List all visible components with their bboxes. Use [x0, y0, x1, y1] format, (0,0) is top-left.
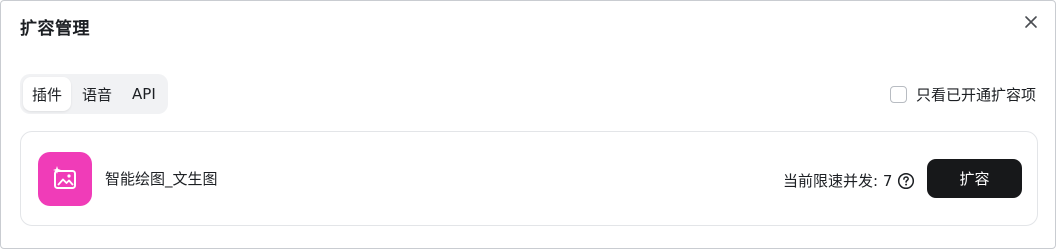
expansion-management-dialog: 扩容管理 插件 语音 API 只看已开通扩容项 智能绘图_文生图 当前限速并发:… [0, 0, 1056, 249]
question-circle-icon[interactable] [897, 172, 915, 190]
tab-voice[interactable]: 语音 [73, 77, 121, 111]
concurrency-limit-label: 当前限速并发: 7 [783, 172, 893, 190]
enabled-only-checkbox[interactable] [890, 86, 907, 103]
plugin-card: 智能绘图_文生图 当前限速并发: 7 扩容 [20, 131, 1038, 226]
tab-api[interactable]: API [123, 77, 165, 111]
concurrency-limit: 当前限速并发: 7 [783, 170, 915, 191]
enabled-only-label: 只看已开通扩容项 [916, 86, 1037, 104]
close-icon [1025, 16, 1037, 28]
dialog-title: 扩容管理 [20, 19, 90, 39]
enabled-only-filter[interactable]: 只看已开通扩容项 [890, 84, 1036, 105]
plugin-name: 智能绘图_文生图 [105, 170, 218, 188]
tab-plugins[interactable]: 插件 [23, 77, 72, 111]
close-button[interactable] [1020, 11, 1042, 33]
expand-capacity-button[interactable]: 扩容 [927, 159, 1022, 198]
image-sparkle-icon [38, 152, 92, 206]
category-tabs: 插件 语音 API [20, 74, 168, 114]
